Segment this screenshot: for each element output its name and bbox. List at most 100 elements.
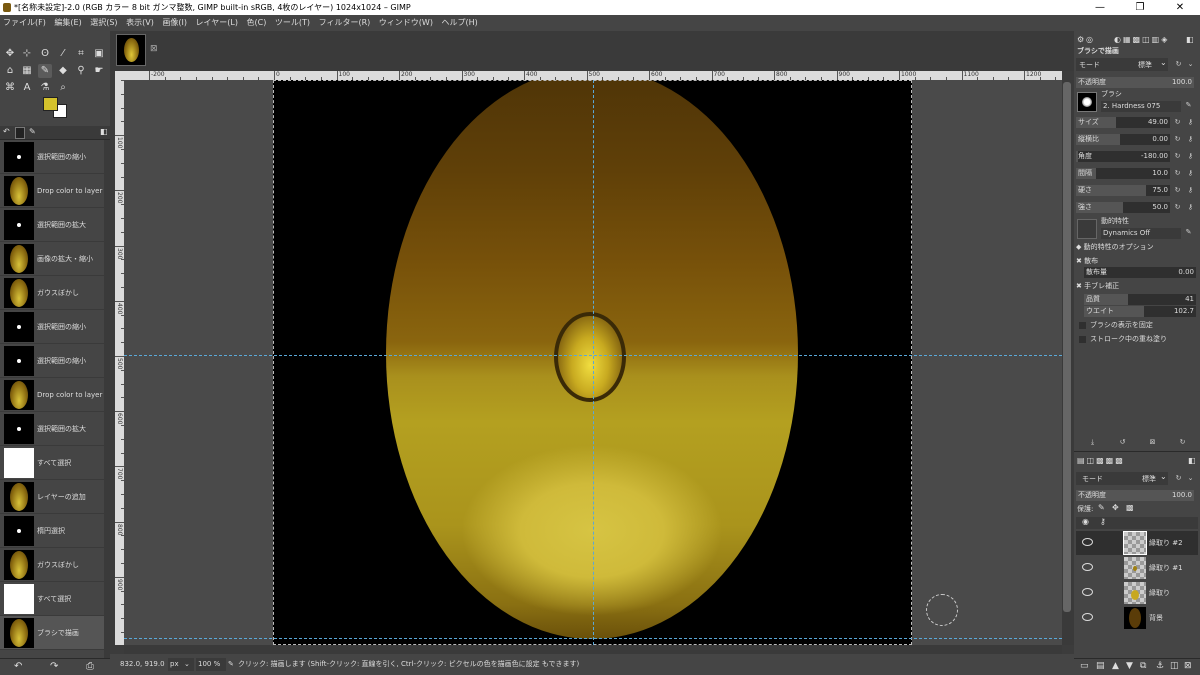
duplicate-layer-icon[interactable]: ⧉ bbox=[1140, 661, 1146, 671]
undo-history-item[interactable]: Drop color to layer bbox=[0, 378, 104, 412]
new-layer-icon[interactable]: ▭ bbox=[1080, 661, 1089, 671]
link-icon[interactable]: ⚷ bbox=[1186, 135, 1195, 144]
mode-dropdown[interactable]: モード 標準 ⌄ bbox=[1076, 58, 1168, 71]
image-canvas[interactable] bbox=[124, 80, 1062, 645]
brush-preview[interactable] bbox=[1077, 92, 1097, 112]
eye-icon[interactable] bbox=[1082, 538, 1093, 546]
opacity-slider[interactable]: 不透明度 100.0 bbox=[1076, 77, 1194, 88]
edit-brush-icon[interactable]: ✎ bbox=[1184, 101, 1193, 110]
reset-mode-icon[interactable]: ↻ bbox=[1174, 474, 1183, 483]
undo-history-item[interactable]: 楕円選択 bbox=[0, 514, 104, 548]
menu-help[interactable]: ヘルプ(H) bbox=[439, 18, 481, 27]
bucket-icon[interactable]: ▦ bbox=[20, 64, 34, 78]
unit-selector[interactable]: px bbox=[168, 658, 194, 671]
undo-history-item[interactable]: 選択範囲の拡大 bbox=[0, 208, 104, 242]
lower-layer-icon[interactable]: ▼ bbox=[1126, 661, 1133, 671]
undo-history-item[interactable]: 選択範囲の縮小 bbox=[0, 344, 104, 378]
fuzzy-select-icon[interactable]: ⁄ bbox=[56, 47, 70, 61]
move-icon[interactable]: ✥ bbox=[3, 47, 17, 61]
clone-icon[interactable]: ⚲ bbox=[74, 64, 88, 78]
chevron-down-icon[interactable]: ⌄ bbox=[184, 654, 190, 675]
visibility-header-icon[interactable]: ◉ bbox=[1082, 517, 1089, 526]
lock-alpha-icon[interactable]: ▩ bbox=[1126, 503, 1134, 512]
eye-icon[interactable] bbox=[1082, 613, 1093, 621]
maximize-button[interactable]: ❐ bbox=[1120, 0, 1160, 15]
force-slider[interactable]: 強さ 50.0 bbox=[1076, 202, 1170, 213]
reset-icon[interactable]: ↻ bbox=[1173, 169, 1182, 178]
raise-layer-icon[interactable]: ▲ bbox=[1112, 661, 1119, 671]
aspect-ratio-slider[interactable]: 縦横比 0.00 bbox=[1076, 134, 1170, 145]
undo-history-item[interactable]: Drop color to layer bbox=[0, 174, 104, 208]
color-picker-icon[interactable]: ⚗ bbox=[38, 81, 52, 95]
reset-icon[interactable]: ↻ bbox=[1173, 186, 1182, 195]
dock-separator[interactable] bbox=[1074, 451, 1200, 452]
dock-menu-icon[interactable]: ◧ bbox=[1188, 456, 1196, 465]
layer-mode-dropdown[interactable]: モード 標準 ⌄ bbox=[1076, 472, 1168, 485]
paintbrush-icon[interactable]: ✎ bbox=[38, 64, 52, 78]
minimize-button[interactable]: — bbox=[1080, 0, 1120, 15]
warp-icon[interactable]: ⌂ bbox=[3, 64, 17, 78]
chevron-down-icon[interactable]: ⌄ bbox=[1186, 474, 1195, 483]
vertical-guide[interactable] bbox=[593, 80, 594, 645]
menu-image[interactable]: 画像(I) bbox=[159, 18, 190, 27]
menu-tools[interactable]: ツール(T) bbox=[272, 18, 313, 27]
dock-menu-icon[interactable]: ◧ bbox=[1186, 35, 1194, 44]
brush-name-field[interactable]: 2. Hardness 075 bbox=[1101, 101, 1181, 112]
reset-mode-icon[interactable]: ↻ bbox=[1174, 60, 1183, 69]
layer-row[interactable]: 縁取り #1 bbox=[1076, 556, 1198, 580]
link-icon[interactable]: ⚷ bbox=[1186, 203, 1195, 212]
menu-edit[interactable]: 編集(E) bbox=[51, 18, 84, 27]
zoom-icon[interactable]: ⌕ bbox=[56, 81, 70, 95]
ruler-corner[interactable] bbox=[115, 71, 124, 80]
dock-tab-icons[interactable]: ◐▦▩◫▥◈ bbox=[1114, 35, 1169, 44]
horizontal-ruler[interactable]: -200 0 100 200 300 400 500 600 700 800 900 1000 1100… bbox=[124, 71, 1062, 80]
layer-row[interactable]: 縁取り bbox=[1076, 581, 1198, 605]
menu-view[interactable]: 表示(V) bbox=[123, 18, 157, 27]
close-button[interactable]: ✕ bbox=[1160, 0, 1200, 15]
undo-history-item[interactable]: レイヤーの追加 bbox=[0, 480, 104, 514]
delete-layer-icon[interactable]: ⊠ bbox=[1184, 661, 1192, 671]
delete-options-icon[interactable]: ⊠ bbox=[1148, 438, 1157, 447]
dynamics-icon[interactable] bbox=[1077, 219, 1097, 239]
new-group-icon[interactable]: ▤ bbox=[1096, 661, 1105, 671]
text-icon[interactable]: A bbox=[20, 81, 34, 95]
undo-history-tab[interactable] bbox=[15, 127, 25, 139]
undo-history-item[interactable]: 選択範囲の拡大 bbox=[0, 412, 104, 446]
vertical-ruler[interactable]: 100 200 300 400 500 600 700 800 900 bbox=[115, 80, 124, 645]
weight-slider[interactable]: ウエイト 102.7 bbox=[1084, 306, 1196, 317]
dock-menu-icon[interactable]: ◧ bbox=[100, 127, 108, 136]
edit-dynamics-icon[interactable]: ✎ bbox=[1184, 228, 1193, 237]
menu-file[interactable]: ファイル(F) bbox=[0, 18, 49, 27]
reset-icon[interactable]: ↻ bbox=[1173, 203, 1182, 212]
crop-icon[interactable]: ⌗ bbox=[74, 47, 88, 61]
close-image-tab-icon[interactable]: ⊠ bbox=[150, 44, 158, 54]
menu-select[interactable]: 選択(S) bbox=[87, 18, 120, 27]
eye-icon[interactable] bbox=[1082, 588, 1093, 596]
lasso-icon[interactable]: ʘ bbox=[38, 47, 52, 61]
clear-undo-icon[interactable]: ⎙ bbox=[86, 661, 94, 672]
mask-icon[interactable]: ◫ bbox=[1170, 661, 1179, 671]
lock-position-icon[interactable]: ✥ bbox=[1112, 503, 1119, 512]
redo-icon[interactable]: ↷ bbox=[50, 661, 58, 672]
undo-history-item[interactable]: すべて選択 bbox=[0, 582, 104, 616]
foreground-color-swatch[interactable] bbox=[43, 97, 58, 111]
anchor-icon[interactable]: ⚓ bbox=[1156, 661, 1164, 671]
save-options-icon[interactable]: ⤓ bbox=[1088, 438, 1097, 447]
layers-tab-icons[interactable]: ▤◫▩▩▩ bbox=[1077, 456, 1125, 465]
link-icon[interactable]: ⚷ bbox=[1186, 152, 1195, 161]
layer-opacity-slider[interactable]: 不透明度 100.0 bbox=[1076, 490, 1194, 501]
zoom-selector[interactable]: 100 % bbox=[196, 658, 226, 671]
vertical-scroll-thumb[interactable] bbox=[1063, 82, 1071, 612]
undo-history-item[interactable]: 画像の拡大・縮小 bbox=[0, 242, 104, 276]
quality-slider[interactable]: 品質 41 bbox=[1084, 294, 1196, 305]
lock-pixels-icon[interactable]: ✎ bbox=[1098, 503, 1105, 512]
undo-history-item[interactable]: ガウスぼかし bbox=[0, 548, 104, 582]
brushes-tab-icon[interactable]: ✎ bbox=[29, 127, 36, 136]
spacing-slider[interactable]: 間隔 10.0 bbox=[1076, 168, 1170, 179]
image-tab-thumbnail[interactable] bbox=[116, 34, 146, 66]
undo-history-item[interactable]: 選択範囲の縮小 bbox=[0, 310, 104, 344]
restore-options-icon[interactable]: ↺ bbox=[1118, 438, 1127, 447]
hardness-slider[interactable]: 硬さ 75.0 bbox=[1076, 185, 1170, 196]
undo-history-item[interactable]: すべて選択 bbox=[0, 446, 104, 480]
layer-row[interactable]: 背景 bbox=[1076, 606, 1198, 630]
